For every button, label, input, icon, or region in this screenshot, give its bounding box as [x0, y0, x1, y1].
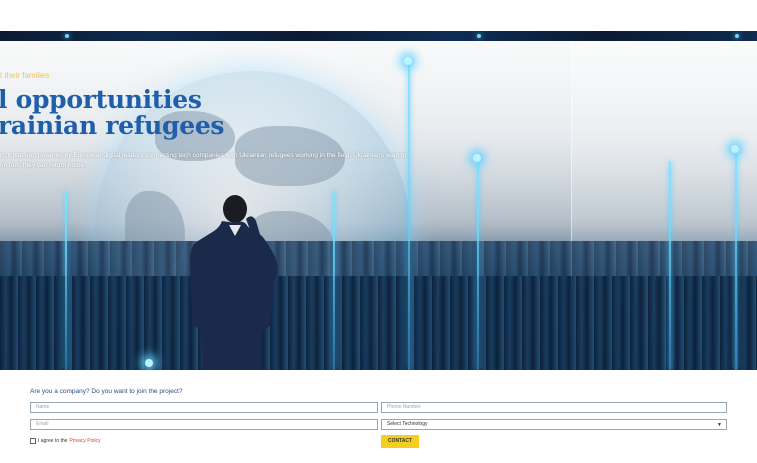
email-field[interactable]: Email	[30, 419, 378, 430]
phone-placeholder: Phone Number	[387, 404, 421, 410]
agree-checkbox[interactable]	[30, 438, 36, 444]
hero-banner: t their families l opportunities rainian…	[0, 41, 757, 370]
description-line-1: rofit platform powered by European digit…	[0, 152, 407, 159]
name-placeholder: Name	[36, 404, 50, 410]
email-placeholder: Email	[36, 421, 49, 427]
hero-headline: l opportunities rainian refugees	[0, 85, 225, 140]
technology-select[interactable]: Select Technology ▼	[381, 419, 727, 430]
phone-field[interactable]: Phone Number	[381, 402, 727, 413]
headline-line-1: l opportunities	[0, 85, 202, 114]
form-title: Are you a company? Do you want to join t…	[30, 388, 183, 395]
chevron-down-icon: ▼	[717, 422, 722, 428]
hero-description: rofit platform powered by European digit…	[0, 151, 406, 171]
agree-label: I agree to the	[38, 438, 68, 444]
top-blank-bar	[0, 0, 757, 31]
hero-tagline: t their families	[0, 71, 50, 80]
technology-select-value: Select Technology	[387, 421, 428, 427]
name-field[interactable]: Name	[30, 402, 378, 413]
description-line-2: on until they can return home.	[0, 162, 86, 169]
privacy-policy-link[interactable]: Privacy Policy	[69, 438, 100, 444]
decorative-strip	[0, 31, 757, 41]
headline-line-2: rainian refugees	[0, 111, 225, 140]
contact-button[interactable]: CONTACT	[381, 435, 419, 448]
privacy-agreement: I agree to the Privacy Policy	[30, 438, 101, 444]
